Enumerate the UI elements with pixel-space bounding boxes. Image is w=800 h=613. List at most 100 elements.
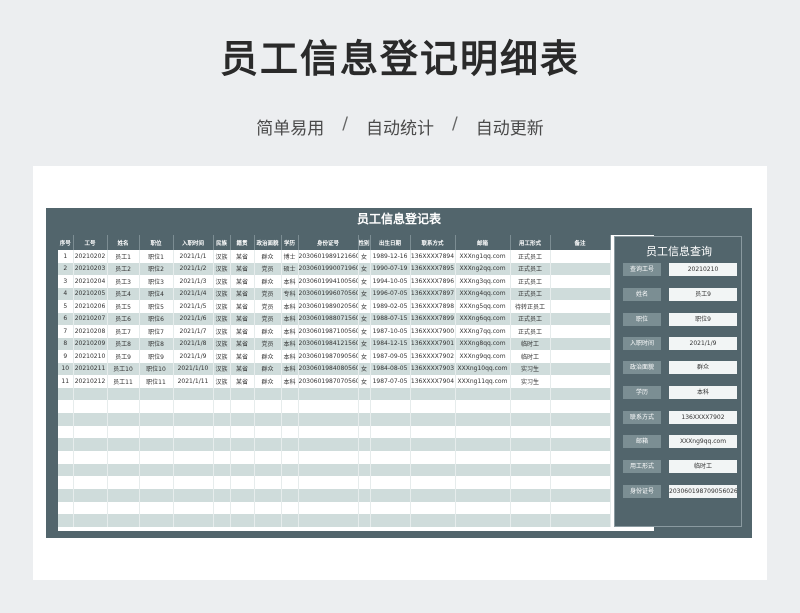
table-cell[interactable] xyxy=(58,463,74,477)
table-cell[interactable] xyxy=(358,476,371,489)
table-cell[interactable] xyxy=(510,489,551,502)
table-cell[interactable]: 员工11 xyxy=(107,375,140,388)
table-cell[interactable]: 本科 xyxy=(281,337,299,350)
table-cell[interactable]: 汉族 xyxy=(213,375,231,388)
table-cell[interactable]: 实习生 xyxy=(510,375,551,388)
table-cell[interactable] xyxy=(230,514,255,528)
table-cell[interactable]: 1989-12-16 xyxy=(370,250,411,263)
table-cell[interactable] xyxy=(455,514,511,528)
table-cell[interactable] xyxy=(139,463,174,477)
table-cell[interactable]: 汉族 xyxy=(213,275,231,288)
table-cell[interactable] xyxy=(455,387,511,401)
table-cell[interactable]: 136XXXX7903 xyxy=(410,362,456,375)
table-cell[interactable]: XXXng7qq.com xyxy=(455,325,511,338)
table-cell[interactable]: 某省 xyxy=(230,337,255,350)
table-cell[interactable]: 职位6 xyxy=(139,312,174,325)
table-cell[interactable]: 汉族 xyxy=(213,300,231,313)
table-cell[interactable] xyxy=(550,438,611,451)
table-cell[interactable]: 专科 xyxy=(281,287,299,300)
query-id-input[interactable]: 20210210 xyxy=(669,263,737,276)
table-cell[interactable]: 女 xyxy=(358,287,371,300)
empty-row[interactable] xyxy=(58,412,611,426)
table-cell[interactable] xyxy=(73,412,108,426)
table-cell[interactable]: 员工4 xyxy=(107,287,140,300)
table-cell[interactable] xyxy=(550,425,611,439)
table-cell[interactable] xyxy=(455,476,511,489)
table-cell[interactable]: 2021/1/1 xyxy=(173,250,214,263)
empty-row[interactable] xyxy=(58,450,611,464)
table-cell[interactable]: 群众 xyxy=(254,350,282,363)
table-cell[interactable]: 2021/1/11 xyxy=(173,375,214,388)
table-row[interactable]: 11 20210212 员工11 职位11 2021/1/11 汉族 某省 群众 本科 20306… xyxy=(58,375,611,388)
table-cell[interactable] xyxy=(281,514,299,528)
table-cell[interactable] xyxy=(410,450,456,464)
table-cell[interactable]: XXXng2qq.com xyxy=(455,262,511,275)
table-cell[interactable] xyxy=(107,400,140,413)
table-cell[interactable] xyxy=(230,489,255,502)
table-row[interactable]: 9 20210210 员工9 职位9 2021/1/9 汉族 某省 群众 本科 203060198… xyxy=(58,350,611,363)
table-cell[interactable] xyxy=(173,501,214,515)
table-cell[interactable]: 6 xyxy=(58,312,74,325)
table-cell[interactable] xyxy=(298,387,359,401)
table-cell[interactable] xyxy=(254,501,282,515)
table-cell[interactable]: 群众 xyxy=(254,325,282,338)
table-cell[interactable]: 党员 xyxy=(254,287,282,300)
table-cell[interactable]: 203060198902056026 xyxy=(298,300,359,313)
table-cell[interactable] xyxy=(173,463,214,477)
table-cell[interactable] xyxy=(139,438,174,451)
table-cell[interactable]: 员工9 xyxy=(107,350,140,363)
table-cell[interactable] xyxy=(550,300,611,313)
table-cell[interactable]: 某省 xyxy=(230,350,255,363)
table-cell[interactable] xyxy=(455,425,511,439)
table-cell[interactable]: 1989-02-05 xyxy=(370,300,411,313)
table-cell[interactable] xyxy=(58,425,74,439)
table-cell[interactable]: 汉族 xyxy=(213,337,231,350)
table-cell[interactable] xyxy=(173,387,214,401)
table-cell[interactable]: 136XXXX7898 xyxy=(410,300,456,313)
table-cell[interactable] xyxy=(298,450,359,464)
table-cell[interactable]: XXXng8qq.com xyxy=(455,337,511,350)
table-cell[interactable] xyxy=(550,387,611,401)
table-cell[interactable] xyxy=(281,476,299,489)
table-cell[interactable] xyxy=(455,412,511,426)
table-cell[interactable] xyxy=(73,476,108,489)
table-cell[interactable]: 员工8 xyxy=(107,337,140,350)
table-cell[interactable] xyxy=(410,463,456,477)
table-cell[interactable] xyxy=(107,387,140,401)
table-cell[interactable]: XXXng6qq.com xyxy=(455,312,511,325)
table-cell[interactable]: 硕士 xyxy=(281,262,299,275)
table-cell[interactable] xyxy=(254,425,282,439)
table-cell[interactable] xyxy=(213,450,231,464)
table-cell[interactable] xyxy=(213,463,231,477)
table-cell[interactable]: 本科 xyxy=(281,362,299,375)
table-cell[interactable] xyxy=(550,250,611,263)
table-cell[interactable] xyxy=(107,425,140,439)
table-cell[interactable]: 203060198707056026 xyxy=(298,375,359,388)
table-cell[interactable] xyxy=(173,412,214,426)
table-cell[interactable]: 汉族 xyxy=(213,350,231,363)
table-cell[interactable]: XXXng1qq.com xyxy=(455,250,511,263)
table-cell[interactable] xyxy=(107,489,140,502)
empty-row[interactable] xyxy=(58,387,611,401)
table-cell[interactable] xyxy=(358,463,371,477)
table-cell[interactable] xyxy=(298,463,359,477)
table-cell[interactable]: 136XXXX7899 xyxy=(410,312,456,325)
table-cell[interactable]: 群众 xyxy=(254,375,282,388)
table-cell[interactable] xyxy=(254,438,282,451)
table-cell[interactable]: 某省 xyxy=(230,312,255,325)
table-row[interactable]: 6 20210207 员工6 职位6 2021/1/6 汉族 某省 党员 本科 203060198… xyxy=(58,312,611,325)
table-cell[interactable] xyxy=(58,514,74,528)
table-cell[interactable]: 汉族 xyxy=(213,262,231,275)
table-cell[interactable]: 员工2 xyxy=(107,262,140,275)
table-cell[interactable] xyxy=(550,350,611,363)
table-cell[interactable]: XXXng4qq.com xyxy=(455,287,511,300)
table-cell[interactable] xyxy=(213,412,231,426)
table-cell[interactable] xyxy=(550,501,611,515)
table-cell[interactable] xyxy=(254,450,282,464)
table-cell[interactable]: 女 xyxy=(358,375,371,388)
table-cell[interactable] xyxy=(58,501,74,515)
table-cell[interactable]: 本科 xyxy=(281,350,299,363)
table-cell[interactable] xyxy=(230,425,255,439)
table-cell[interactable] xyxy=(455,463,511,477)
table-cell[interactable] xyxy=(58,400,74,413)
